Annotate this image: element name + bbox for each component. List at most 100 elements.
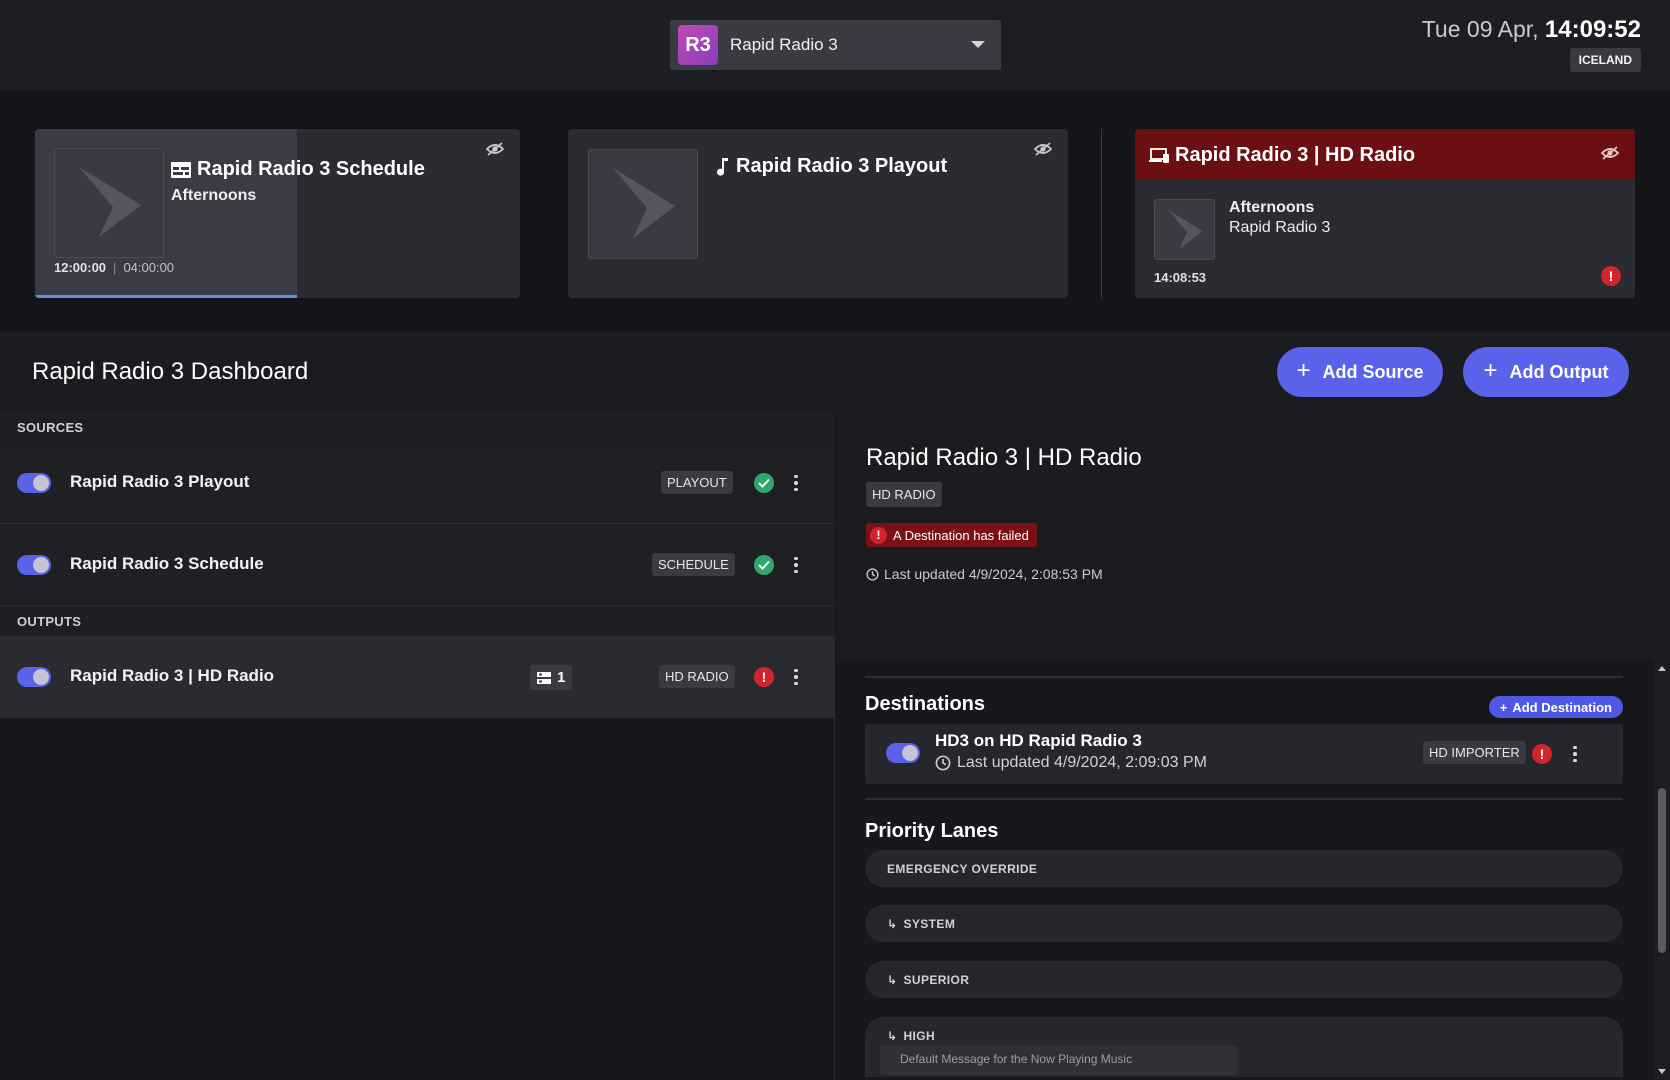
- schedule-time: 12:00:00 | 04:00:00: [54, 260, 175, 275]
- page-title: Rapid Radio 3 Dashboard: [32, 358, 309, 385]
- hd-radio-title-text: Rapid Radio 3 | HD Radio: [1175, 144, 1416, 166]
- last-updated: Last updated 4/9/2024, 2:08:53 PM: [866, 566, 1103, 582]
- monitor-strip: Rapid Radio 3 Schedule Afternoons 12:00:…: [0, 90, 1670, 332]
- clock-icon: [866, 567, 879, 581]
- subdirectory-arrow-icon: ↳: [887, 917, 898, 931]
- add-output-button[interactable]: + Add Output: [1463, 347, 1629, 397]
- destination-updated-text: Last updated 4/9/2024, 2:09:03 PM: [957, 754, 1207, 771]
- error-icon: !: [870, 526, 887, 544]
- station-name: Rapid Radio 3: [730, 35, 838, 54]
- region-badge: ICELAND: [1569, 48, 1641, 72]
- add-output-label: Add Output: [1509, 361, 1609, 382]
- top-bar: R3 Rapid Radio 3 Tue 09 Apr, 14:09:52 IC…: [0, 0, 1670, 90]
- detail-title: Rapid Radio 3 | HD Radio: [866, 444, 1142, 471]
- source-enable-toggle[interactable]: [17, 555, 51, 575]
- artwork-thumbnail: [1154, 199, 1215, 260]
- source-type-badge: SCHEDULE: [652, 553, 735, 576]
- playout-card-title: Rapid Radio 3 Playout: [716, 155, 947, 178]
- lane-label-text: HIGH: [903, 1029, 936, 1043]
- play-logo-icon: [613, 168, 675, 238]
- subdirectory-arrow-icon: ↳: [887, 1029, 898, 1043]
- plus-icon: +: [1499, 699, 1508, 715]
- strip-divider: [1101, 129, 1102, 298]
- more-vert-icon[interactable]: [791, 473, 801, 493]
- lane-label: ↳ SUPERIOR: [887, 973, 969, 987]
- destinations-scroll-area: Destinations + Add Destination HD3 on HD…: [836, 660, 1670, 1080]
- destination-count-chip: 1: [530, 665, 573, 690]
- source-row-schedule[interactable]: Rapid Radio 3 Schedule SCHEDULE: [0, 524, 835, 606]
- play-logo-icon: [1168, 209, 1203, 249]
- scroll-down-arrow-icon[interactable]: [1658, 1069, 1666, 1074]
- schedule-monitor-card[interactable]: Rapid Radio 3 Schedule Afternoons 12:00:…: [35, 129, 520, 298]
- eye-off-icon[interactable]: [1034, 142, 1052, 156]
- eye-off-icon[interactable]: [1601, 146, 1619, 160]
- output-enable-toggle[interactable]: [17, 667, 51, 687]
- destination-row[interactable]: HD3 on HD Rapid Radio 3 Last updated 4/9…: [865, 724, 1623, 784]
- source-enable-toggle[interactable]: [17, 473, 51, 493]
- playout-monitor-card[interactable]: Rapid Radio 3 Playout: [568, 129, 1068, 298]
- scroll-up-arrow-icon[interactable]: [1658, 666, 1666, 671]
- server-icon: [537, 671, 551, 684]
- clock-time: 14:09:52: [1544, 16, 1641, 43]
- lane-system[interactable]: ↳ SYSTEM: [865, 905, 1623, 942]
- clock-icon: [935, 755, 951, 771]
- devices-icon: [1149, 147, 1169, 163]
- hd-now-title: Afternoons: [1229, 199, 1315, 216]
- schedule-icon: [171, 161, 191, 178]
- hd-radio-monitor-card[interactable]: Rapid Radio 3 | HD Radio Afternoons Rapi…: [1135, 129, 1635, 298]
- lane-high[interactable]: ↳ HIGH Default Message for the Now Playi…: [865, 1017, 1623, 1077]
- last-updated-text: Last updated 4/9/2024, 2:08:53 PM: [884, 566, 1103, 582]
- playout-title-text: Rapid Radio 3 Playout: [736, 155, 948, 177]
- duration-time: 04:00:00: [123, 260, 175, 275]
- add-source-button[interactable]: + Add Source: [1277, 347, 1443, 397]
- lane-label: EMERGENCY OVERRIDE: [887, 862, 1038, 876]
- more-vert-icon[interactable]: [1570, 744, 1580, 764]
- alert-text: A Destination has failed: [893, 527, 1029, 543]
- divider: [865, 676, 1623, 678]
- sources-outputs-panel: SOURCES Rapid Radio 3 Playout PLAYOUT Ra…: [0, 412, 835, 1080]
- source-row-playout[interactable]: Rapid Radio 3 Playout PLAYOUT: [0, 442, 835, 524]
- lane-label-text: SUPERIOR: [903, 973, 970, 987]
- chevron-down-icon[interactable]: [971, 41, 985, 48]
- artwork-thumbnail: [54, 148, 164, 258]
- scrollbar[interactable]: [1654, 660, 1670, 1080]
- lane-message-item[interactable]: Default Message for the Now Playing Musi…: [880, 1045, 1238, 1075]
- hd-radio-card-title: Rapid Radio 3 | HD Radio: [1149, 144, 1415, 167]
- outputs-section-label: OUTPUTS: [0, 606, 835, 636]
- scrollbar-thumb[interactable]: [1658, 788, 1666, 953]
- eye-off-icon[interactable]: [486, 142, 504, 156]
- schedule-card-title: Rapid Radio 3 Schedule: [171, 158, 425, 181]
- destination-name: HD3 on HD Rapid Radio 3: [935, 731, 1142, 750]
- dashboard-header: Rapid Radio 3 Dashboard + Add Source + A…: [0, 332, 1670, 412]
- elapsed-time: 12:00:00: [54, 260, 107, 275]
- add-destination-button[interactable]: + Add Destination: [1488, 696, 1623, 718]
- clock-date: Tue 09 Apr,: [1421, 16, 1539, 42]
- destination-updated: Last updated 4/9/2024, 2:09:03 PM: [935, 754, 1207, 772]
- station-selector[interactable]: R3 Rapid Radio 3: [670, 20, 1001, 70]
- output-detail-header: Rapid Radio 3 | HD Radio HD RADIO ! A De…: [836, 412, 1670, 660]
- output-row-hd-radio[interactable]: Rapid Radio 3 | HD Radio 1 HD RADIO !: [0, 636, 835, 718]
- error-icon: !: [1532, 744, 1552, 764]
- check-circle-icon: [754, 555, 774, 575]
- lane-superior[interactable]: ↳ SUPERIOR: [865, 961, 1623, 998]
- detail-type-badge: HD RADIO: [866, 482, 942, 507]
- lane-label: ↳ SYSTEM: [887, 917, 955, 931]
- more-vert-icon[interactable]: [791, 667, 801, 687]
- output-type-badge: HD RADIO: [659, 665, 735, 688]
- lane-label-text: SYSTEM: [903, 917, 956, 931]
- error-icon: !: [1601, 266, 1621, 286]
- lane-emergency-override[interactable]: EMERGENCY OVERRIDE: [865, 850, 1623, 887]
- destination-enable-toggle[interactable]: [886, 743, 920, 763]
- add-source-label: Add Source: [1322, 361, 1424, 382]
- check-circle-icon: [754, 473, 774, 493]
- schedule-progress-bar: [35, 295, 297, 298]
- plus-icon: +: [1483, 356, 1498, 384]
- source-type-badge: PLAYOUT: [661, 471, 733, 494]
- sources-section-label: SOURCES: [0, 412, 835, 442]
- destination-failed-alert: ! A Destination has failed: [866, 523, 1037, 547]
- destination-type-badge: HD IMPORTER: [1423, 741, 1526, 764]
- clock: Tue 09 Apr, 14:09:52: [1422, 16, 1641, 44]
- more-vert-icon[interactable]: [791, 555, 801, 575]
- divider: [865, 798, 1623, 800]
- destinations-heading: Destinations: [865, 693, 986, 715]
